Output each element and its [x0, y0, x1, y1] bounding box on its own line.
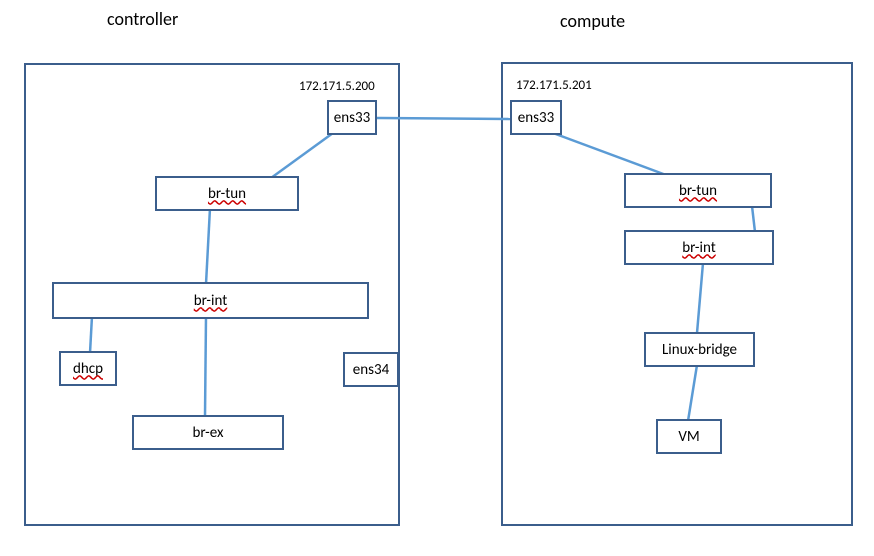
compute-ens33-label: ens33 — [518, 109, 554, 127]
compute-vm-label: VM — [678, 428, 699, 446]
controller-ens33-ip: 172.171.5.200 — [299, 79, 375, 94]
controller-ens33: ens33 — [327, 100, 377, 135]
compute-br-tun-label: br-tun — [679, 182, 717, 200]
controller-br-int: br-int — [52, 282, 369, 319]
controller-ens34-label: ens34 — [353, 361, 389, 379]
controller-title: controller — [107, 8, 178, 30]
controller-ens33-label: ens33 — [334, 109, 370, 127]
controller-br-ex-label: br-ex — [193, 424, 224, 442]
controller-dhcp-label: dhcp — [73, 360, 103, 378]
compute-linux-bridge-label: Linux-bridge — [662, 341, 737, 359]
compute-vm: VM — [656, 419, 722, 454]
compute-br-int: br-int — [624, 230, 774, 265]
compute-br-tun: br-tun — [624, 173, 772, 208]
controller-ens34: ens34 — [343, 352, 399, 387]
compute-title: compute — [560, 10, 625, 32]
controller-br-ex: br-ex — [132, 415, 284, 450]
controller-dhcp: dhcp — [59, 351, 117, 386]
compute-ens33: ens33 — [510, 100, 562, 135]
compute-ens33-ip: 172.171.5.201 — [516, 78, 592, 93]
controller-br-tun: br-tun — [155, 176, 299, 211]
compute-br-int-label: br-int — [682, 239, 715, 257]
controller-br-int-label: br-int — [194, 292, 227, 310]
compute-linux-bridge: Linux-bridge — [644, 332, 755, 367]
controller-br-tun-label: br-tun — [208, 185, 246, 203]
